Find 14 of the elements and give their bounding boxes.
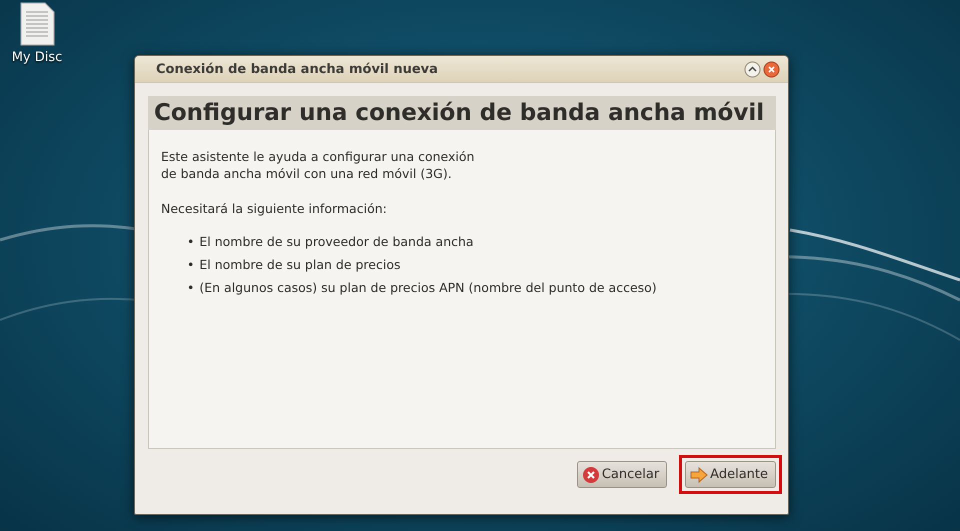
intro-text: Este asistente le ayuda a configurar una conexión — [161, 148, 476, 165]
cancel-button[interactable]: Cancelar — [576, 461, 668, 488]
bullet-text: (En algunos casos) su plan de precios APN (nombre del punto de acceso) — [199, 279, 657, 296]
bullet-marker: • — [187, 279, 194, 296]
bullet-marker: • — [187, 233, 194, 250]
info-heading: Necesitará la siguiente información: — [161, 200, 388, 217]
bullet-marker: • — [187, 256, 194, 273]
bullet-text: El nombre de su proveedor de banda ancha — [199, 233, 474, 250]
forward-button[interactable]: Adelante — [685, 461, 776, 488]
desktop-icon-label[interactable]: My Disc — [12, 50, 62, 65]
window-title: Conexión de banda ancha móvil nueva — [156, 62, 439, 76]
page-heading: Configurar una conexión de banda ancha móvil — [148, 96, 776, 130]
intro-text: de banda ancha móvil con una red móvil (3G). — [161, 165, 453, 182]
bullet-text: El nombre de su plan de precios — [199, 256, 400, 273]
